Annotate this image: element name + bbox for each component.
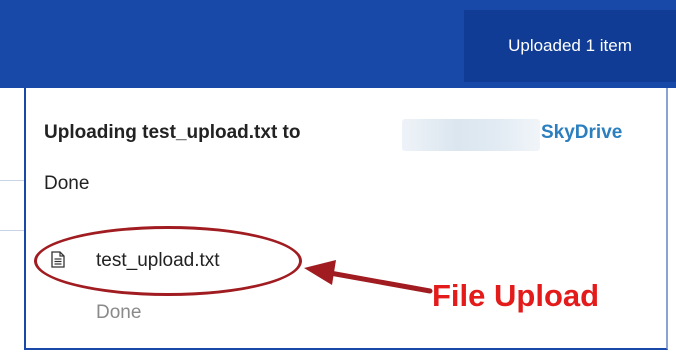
- annotation-highlight-ellipse: [34, 226, 302, 296]
- redacted-account-name: [402, 119, 540, 151]
- background-divider: [0, 180, 24, 181]
- destination-link[interactable]: SkyDrive: [541, 122, 622, 144]
- upload-status-text: Uploaded 1 item: [508, 36, 632, 55]
- overall-status-text: Done: [44, 173, 90, 194]
- upload-status-button[interactable]: Uploaded 1 item: [464, 10, 676, 82]
- file-status-text: Done: [96, 302, 142, 323]
- annotation-arrow-icon: [304, 260, 433, 294]
- notification-header-bar: Uploaded 1 item: [0, 0, 676, 88]
- annotation-label: File Upload: [432, 278, 600, 313]
- background-divider: [0, 230, 24, 231]
- upload-notification-window: Uploaded 1 item Uploading test_upload.tx…: [0, 0, 676, 361]
- upload-title: Uploading test_upload.txt to: [44, 122, 301, 143]
